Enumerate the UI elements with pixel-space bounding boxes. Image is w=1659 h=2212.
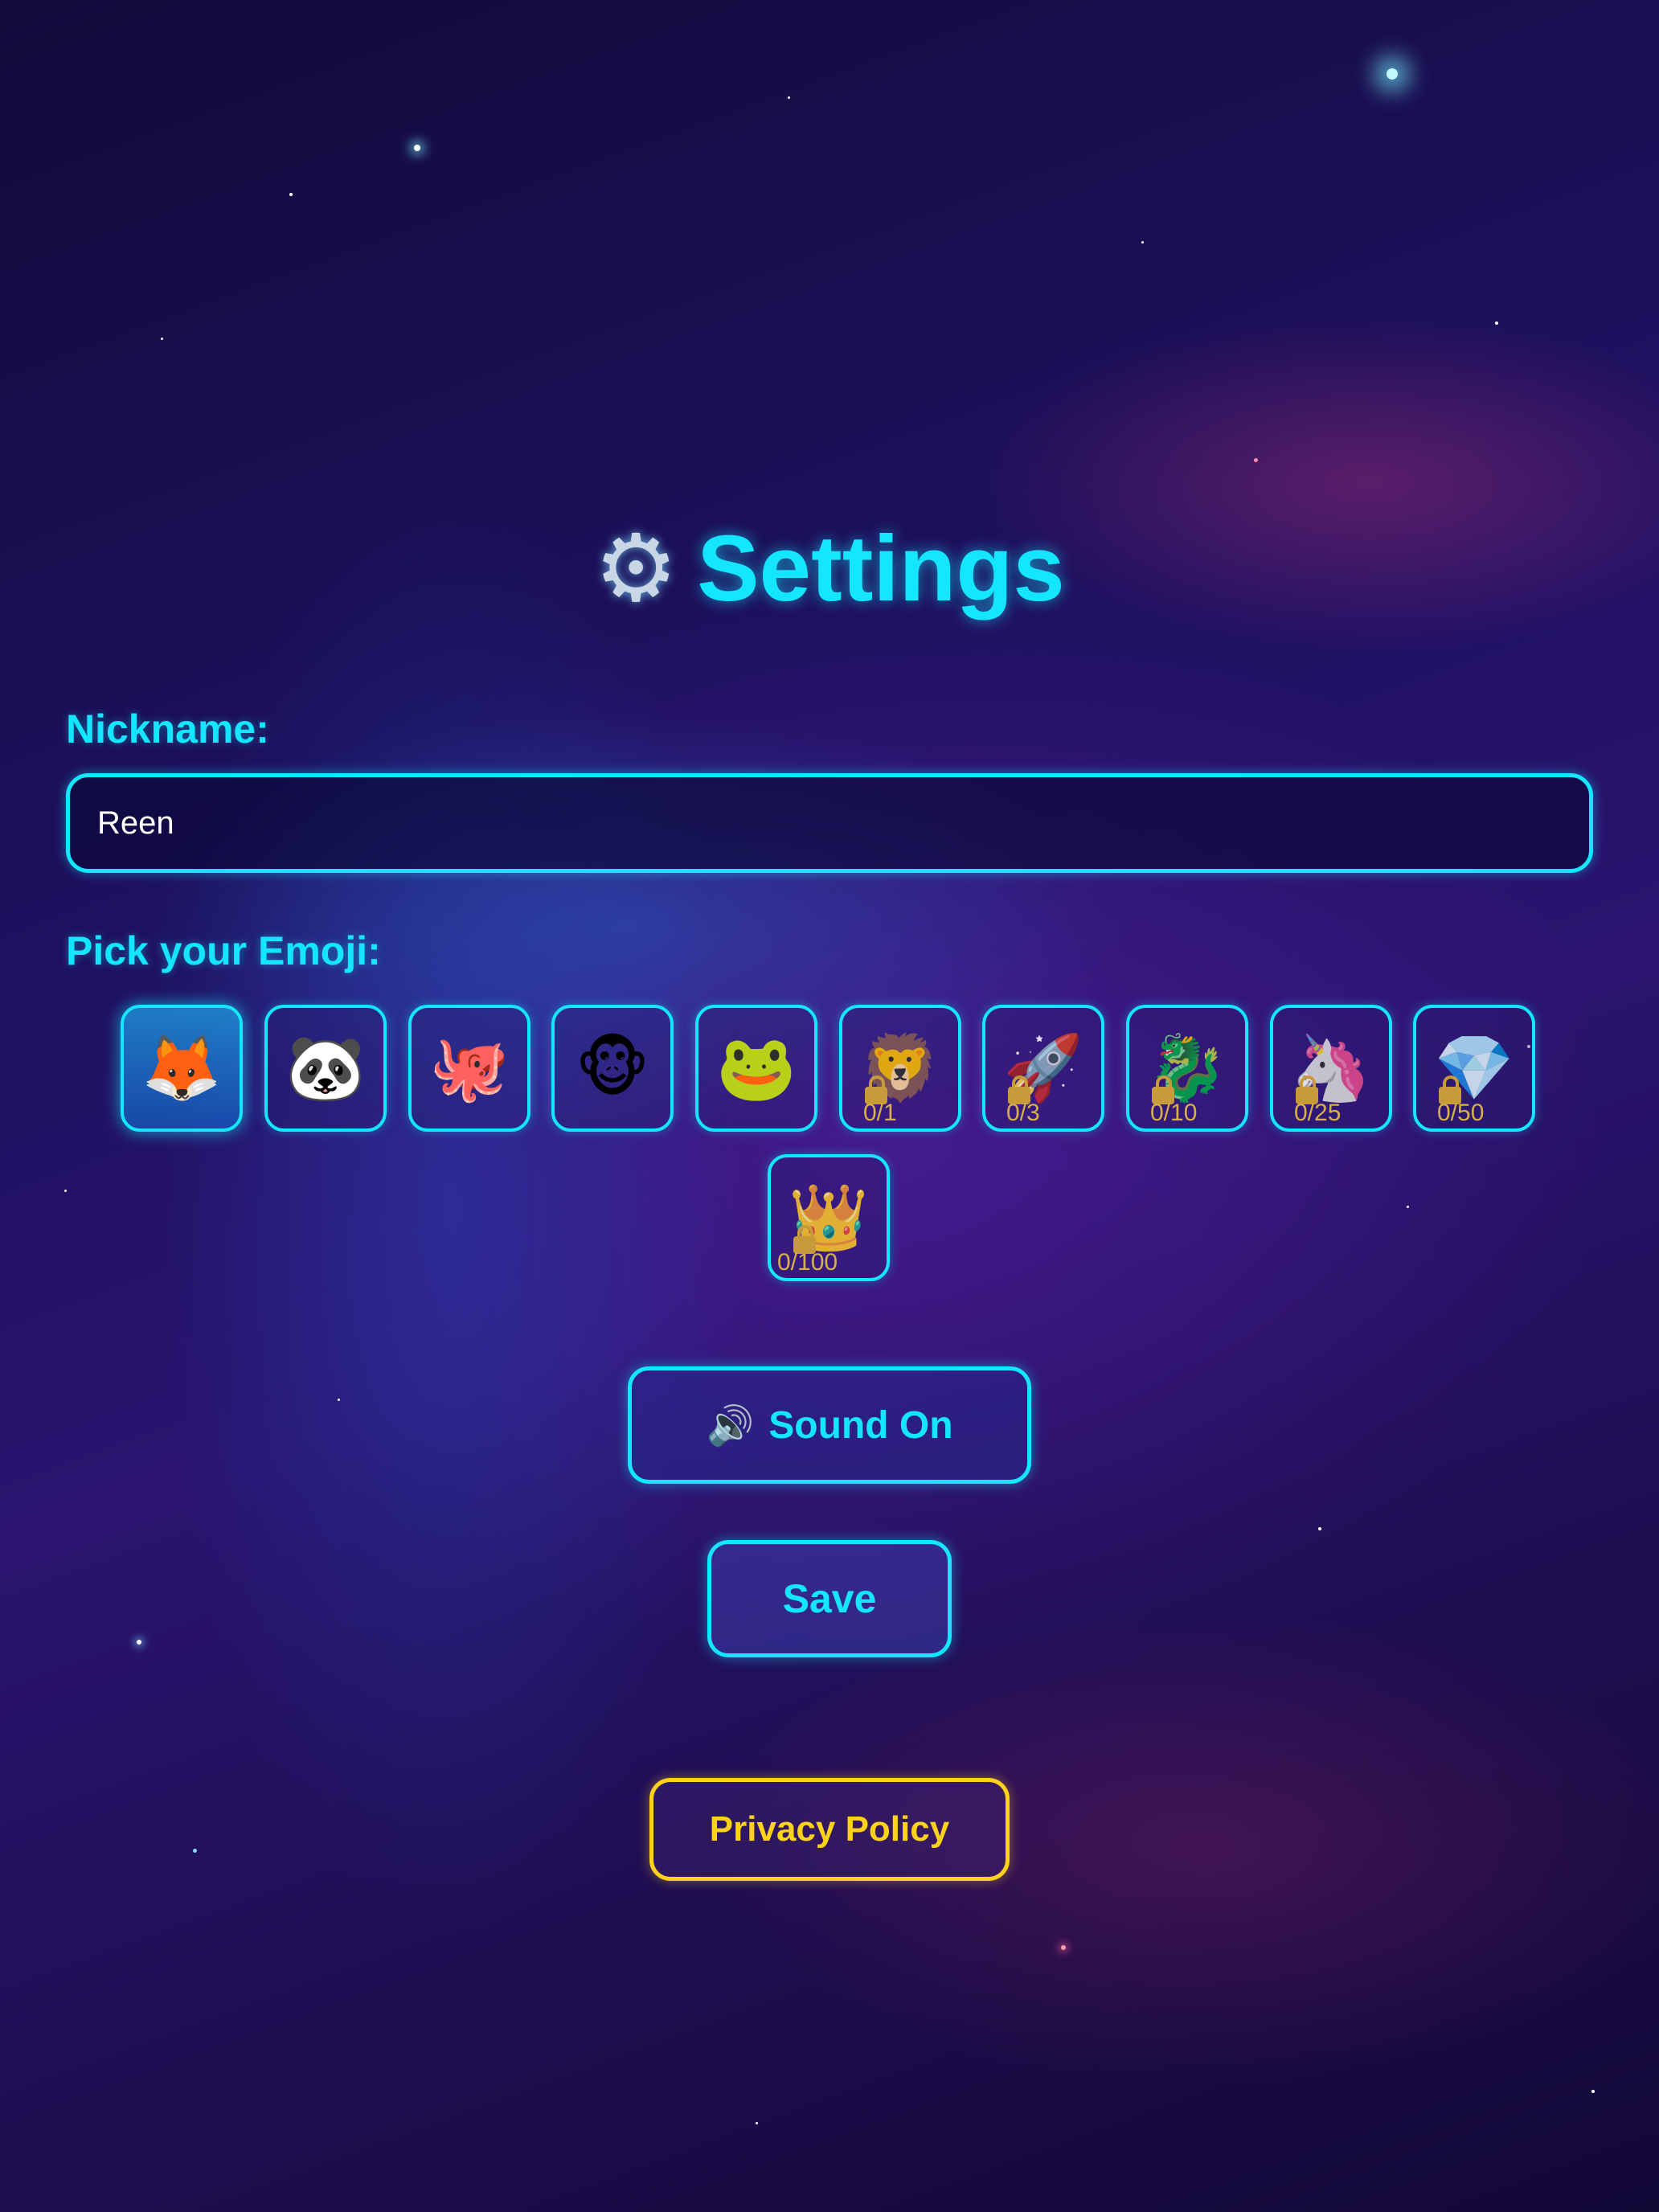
unlock-progress: 0/100 [777, 1249, 838, 1276]
gear-icon: ⚙ [594, 516, 678, 621]
emoji-tile-fox[interactable]: 🦊 [121, 1005, 243, 1132]
emoji-tile-diamond[interactable]: 💎 0/50 [1413, 1005, 1535, 1132]
emoji-tile-rocket[interactable]: 🚀 0/3 [982, 1005, 1104, 1132]
nickname-label: Nickname: [66, 707, 269, 752]
privacy-policy-label: Privacy Policy [709, 1809, 950, 1849]
emoji-tile-dragon[interactable]: 🐉 0/10 [1126, 1005, 1248, 1132]
emoji-tile-octopus[interactable]: 🐙 [408, 1005, 530, 1132]
save-button[interactable]: Save [707, 1540, 952, 1657]
unlock-progress: 0/3 [1006, 1100, 1040, 1126]
nickname-input[interactable] [66, 773, 1593, 873]
lion-icon: 🦁 [860, 1030, 940, 1105]
emoji-tile-panda[interactable]: 🐼 [264, 1005, 387, 1132]
octopus-icon: 🐙 [429, 1030, 510, 1105]
frog-icon: 🐸 [716, 1030, 797, 1105]
sound-toggle-label: Sound On [768, 1403, 953, 1447]
unlock-progress: 0/50 [1437, 1100, 1485, 1126]
unlock-progress: 0/25 [1294, 1100, 1342, 1126]
panda-icon: 🐼 [285, 1030, 366, 1105]
emoji-tile-crown[interactable]: 👑 0/100 [768, 1154, 890, 1281]
privacy-policy-button[interactable]: Privacy Policy [649, 1778, 1010, 1881]
fox-icon: 🦊 [141, 1030, 222, 1105]
monkey-icon: 🐵 [575, 1030, 650, 1105]
emoji-picker-label: Pick your Emoji: [66, 928, 381, 973]
page-title: ⚙ Settings [0, 514, 1659, 623]
unlock-progress: 0/10 [1150, 1100, 1198, 1126]
speaker-icon: 🔊 [706, 1403, 755, 1448]
emoji-tile-monkey[interactable]: 🐵 [551, 1005, 674, 1132]
unlock-progress: 0/1 [863, 1100, 897, 1126]
save-button-label: Save [782, 1576, 877, 1621]
emoji-tile-lion[interactable]: 🦁 0/1 [839, 1005, 961, 1132]
sound-toggle-button[interactable]: 🔊 Sound On [628, 1366, 1031, 1484]
emoji-tile-frog[interactable]: 🐸 [695, 1005, 817, 1132]
page-title-text: Settings [697, 516, 1065, 621]
emoji-tile-unicorn[interactable]: 🦄 0/25 [1270, 1005, 1392, 1132]
rocket-icon: 🚀 [1003, 1030, 1083, 1105]
